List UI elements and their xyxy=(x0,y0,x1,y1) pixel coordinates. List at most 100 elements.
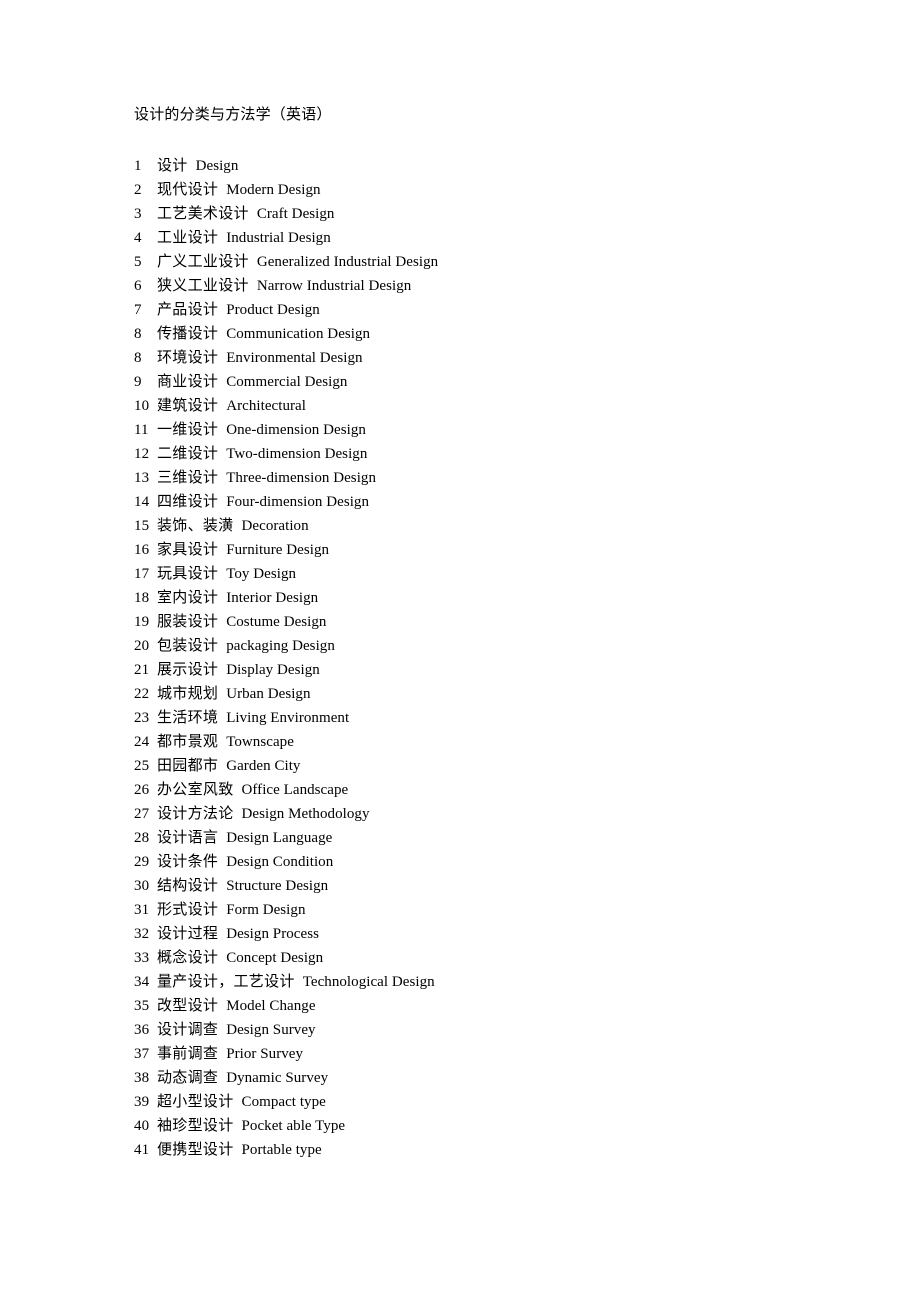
term-english: Design Survey xyxy=(226,1022,316,1038)
term-chinese: 城市规划 xyxy=(157,686,219,702)
term-chinese: 办公室风致 xyxy=(157,782,234,798)
term-number: 2 xyxy=(134,182,142,198)
list-item: 9 商业设计 Commercial Design xyxy=(134,370,834,394)
list-item: 35 改型设计 Model Change xyxy=(134,994,834,1018)
term-chinese: 事前调查 xyxy=(157,1046,219,1062)
term-english: Interior Design xyxy=(226,590,319,606)
list-item: 27 设计方法论 Design Methodology xyxy=(134,802,834,826)
term-chinese: 工业设计 xyxy=(157,230,219,246)
term-chinese: 设计语言 xyxy=(157,830,219,846)
term-chinese: 设计过程 xyxy=(157,926,219,942)
term-number: 37 xyxy=(134,1046,150,1062)
term-number: 36 xyxy=(134,1022,150,1038)
list-item: 18 室内设计 Interior Design xyxy=(134,586,834,610)
term-number: 26 xyxy=(134,782,150,798)
list-item: 37 事前调查 Prior Survey xyxy=(134,1042,834,1066)
term-english: Communication Design xyxy=(226,326,371,342)
term-english: Toy Design xyxy=(226,566,297,582)
term-english: Environmental Design xyxy=(226,350,363,366)
term-english: Design Methodology xyxy=(241,806,370,822)
term-english: Model Change xyxy=(226,998,316,1014)
term-number: 24 xyxy=(134,734,150,750)
list-item: 20 包装设计 packaging Design xyxy=(134,634,834,658)
list-item: 40 袖珍型设计 Pocket able Type xyxy=(134,1114,834,1138)
term-chinese: 动态调查 xyxy=(157,1070,219,1086)
term-chinese: 包装设计 xyxy=(157,638,219,654)
term-chinese: 现代设计 xyxy=(157,182,219,198)
term-english: Garden City xyxy=(226,758,301,774)
term-chinese: 四维设计 xyxy=(157,494,219,510)
term-chinese: 传播设计 xyxy=(157,326,219,342)
page-title: 设计的分类与方法学（英语） xyxy=(134,107,332,123)
term-english: Two-dimension Design xyxy=(226,446,368,462)
term-number: 18 xyxy=(134,590,150,606)
term-english: Concept Design xyxy=(226,950,324,966)
list-item: 25 田园都市 Garden City xyxy=(134,754,834,778)
term-number: 25 xyxy=(134,758,150,774)
term-number: 8 xyxy=(134,350,142,366)
terminology-list: 1 设计 Design 2 现代设计 Modern Design 3 工艺美术设计 Craft … xyxy=(134,154,834,1162)
term-english: Living Environment xyxy=(226,710,350,726)
term-number: 13 xyxy=(134,470,150,486)
list-item: 28 设计语言 Design Language xyxy=(134,826,834,850)
list-item: 17 玩具设计 Toy Design xyxy=(134,562,834,586)
term-english: Portable type xyxy=(241,1142,322,1158)
term-chinese: 便携型设计 xyxy=(157,1142,234,1158)
term-number: 31 xyxy=(134,902,150,918)
list-item: 36 设计调查 Design Survey xyxy=(134,1018,834,1042)
term-chinese: 袖珍型设计 xyxy=(157,1118,234,1134)
list-item: 3 工艺美术设计 Craft Design xyxy=(134,202,834,226)
term-chinese: 形式设计 xyxy=(157,902,219,918)
term-number: 33 xyxy=(134,950,150,966)
term-number: 38 xyxy=(134,1070,150,1086)
term-number: 5 xyxy=(134,254,142,270)
term-number: 9 xyxy=(134,374,142,390)
term-number: 39 xyxy=(134,1094,150,1110)
term-english: Pocket able Type xyxy=(241,1118,346,1134)
term-english: Design Process xyxy=(226,926,319,942)
term-english: Product Design xyxy=(226,302,320,318)
list-item: 24 都市景观 Townscape xyxy=(134,730,834,754)
list-item: 33 概念设计 Concept Design xyxy=(134,946,834,970)
list-item: 31 形式设计 Form Design xyxy=(134,898,834,922)
term-number: 22 xyxy=(134,686,150,702)
term-english: Dynamic Survey xyxy=(226,1070,329,1086)
term-chinese: 展示设计 xyxy=(157,662,219,678)
term-number: 28 xyxy=(134,830,150,846)
term-number: 3 xyxy=(134,206,142,222)
term-english: Compact type xyxy=(241,1094,326,1110)
list-item: 16 家具设计 Furniture Design xyxy=(134,538,834,562)
term-chinese: 设计条件 xyxy=(157,854,219,870)
term-chinese: 玩具设计 xyxy=(157,566,219,582)
list-item: 22 城市规划 Urban Design xyxy=(134,682,834,706)
list-item: 30 结构设计 Structure Design xyxy=(134,874,834,898)
list-item: 8 环境设计 Environmental Design xyxy=(134,346,834,370)
list-item: 32 设计过程 Design Process xyxy=(134,922,834,946)
term-english: Costume Design xyxy=(226,614,327,630)
term-english: Urban Design xyxy=(226,686,311,702)
term-english: packaging Design xyxy=(226,638,335,654)
term-number: 8 xyxy=(134,326,142,342)
list-item: 6 狭义工业设计 Narrow Industrial Design xyxy=(134,274,834,298)
term-number: 35 xyxy=(134,998,150,1014)
list-item: 21 展示设计 Display Design xyxy=(134,658,834,682)
term-english: Technological Design xyxy=(302,974,435,990)
term-number: 17 xyxy=(134,566,150,582)
term-number: 23 xyxy=(134,710,150,726)
term-english: One-dimension Design xyxy=(226,422,366,438)
term-chinese: 结构设计 xyxy=(157,878,219,894)
term-number: 21 xyxy=(134,662,150,678)
term-number: 7 xyxy=(134,302,142,318)
term-number: 10 xyxy=(134,398,150,414)
list-item: 39 超小型设计 Compact type xyxy=(134,1090,834,1114)
term-chinese: 狭义工业设计 xyxy=(157,278,249,294)
list-item: 4 工业设计 Industrial Design xyxy=(134,226,834,250)
term-english: Structure Design xyxy=(226,878,329,894)
list-item: 2 现代设计 Modern Design xyxy=(134,178,834,202)
term-number: 20 xyxy=(134,638,150,654)
term-chinese: 改型设计 xyxy=(157,998,219,1014)
term-number: 40 xyxy=(134,1118,150,1134)
term-number: 6 xyxy=(134,278,142,294)
term-chinese: 商业设计 xyxy=(157,374,219,390)
list-item: 12 二维设计 Two-dimension Design xyxy=(134,442,834,466)
